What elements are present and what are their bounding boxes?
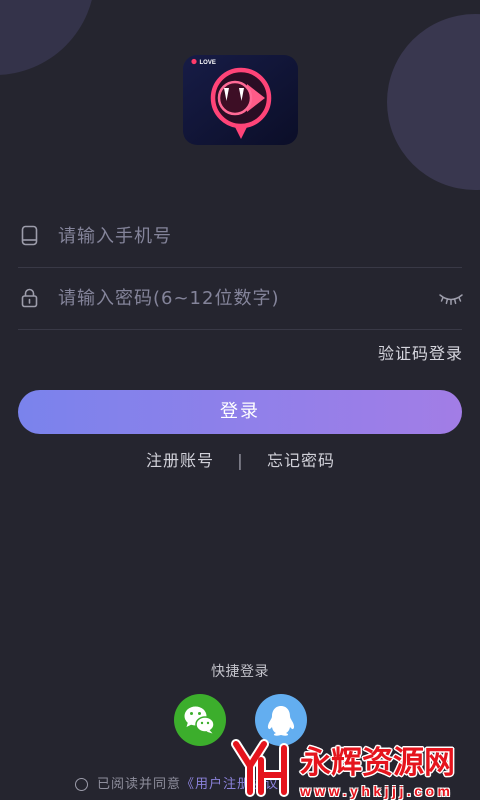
wechat-icon (184, 706, 215, 734)
wechat-login-button[interactable] (174, 694, 226, 746)
agreement-prefix: 已阅读并同意 (97, 777, 182, 792)
password-divider (18, 329, 462, 330)
password-field[interactable] (18, 276, 464, 320)
quick-login-title: 快捷登录 (211, 664, 269, 680)
app-logo: LOVE (183, 55, 298, 145)
eye-closed-icon[interactable] (438, 292, 464, 306)
links-separator: | (237, 451, 243, 470)
sms-login-link[interactable]: 验证码登录 (378, 343, 463, 365)
logo-badge-dot (191, 58, 197, 65)
phone-icon (21, 225, 38, 246)
logo-badge-text: LOVE (200, 60, 216, 66)
decorative-circle-top-left (0, 0, 92, 75)
login-screen: LOVE 请输入手机号 验证码登录 登录 注册账号 | 忘记密码 快捷登录 已阅… (0, 0, 480, 800)
decorative-circle-right (387, 14, 480, 190)
agreement-checkbox[interactable] (75, 778, 88, 791)
logo-mouth (217, 80, 253, 116)
forgot-password-link[interactable]: 忘记密码 (267, 450, 335, 472)
phone-field[interactable] (18, 214, 462, 258)
login-button[interactable]: 登录 (18, 390, 462, 434)
watermark-name: 永辉资源网 (300, 745, 455, 781)
watermark-logo (231, 739, 289, 797)
password-input[interactable] (58, 276, 430, 320)
register-link[interactable]: 注册账号 (146, 450, 214, 472)
phone-input[interactable] (58, 214, 430, 258)
lock-icon (21, 288, 38, 308)
phone-divider (18, 267, 462, 268)
watermark-url: www.yhkjjj.com (300, 783, 454, 799)
love-chat-logo-icon: LOVE (183, 55, 298, 145)
